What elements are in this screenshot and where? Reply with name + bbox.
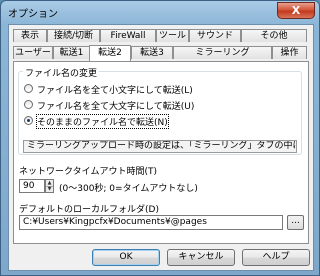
filename-change-group: ファイル名の変更 ファイル名を全て小文字にして転送(L) ファイル名を全て大文字… [18, 66, 302, 155]
transfer2-panel: ファイル名の変更 ファイル名を全て小文字にして転送(L) ファイル名を全て大文字… [13, 61, 309, 244]
lowercase-radio[interactable] [24, 84, 33, 93]
uppercase-radio[interactable] [24, 100, 33, 109]
keep-name-radio[interactable] [24, 116, 33, 125]
tab-connect-disconnect[interactable]: 接続/切断 [47, 29, 100, 42]
close-button[interactable]: X [277, 2, 315, 19]
tab-other[interactable]: その他 [241, 29, 307, 42]
local-folder-input[interactable]: C:¥Users¥Kingpcfx¥Documents¥@pages [19, 215, 283, 230]
timeout-label: ネットワークタイムアウト時間(T) [19, 167, 157, 177]
tab-transfer2[interactable]: 転送2 [89, 45, 131, 61]
uppercase-label: ファイル名を全て大文字にして転送(U) [37, 102, 195, 112]
ok-button[interactable]: OK [92, 249, 160, 266]
tab-tools[interactable]: ツール [156, 29, 189, 42]
keep-name-label: そのままのファイル名で転送(N) [36, 114, 169, 129]
tab-user[interactable]: ユーザー [13, 46, 53, 59]
dialog-body: 表示 接続/切断 FireWall ツール サウンド その他 ユーザー 転送1 … [8, 24, 314, 271]
window-title: オプション [8, 9, 58, 20]
tab-firewall[interactable]: FireWall [100, 29, 156, 42]
tab-display[interactable]: 表示 [13, 29, 47, 42]
group-legend: ファイル名の変更 [23, 66, 100, 79]
tab-sound[interactable]: サウンド [189, 29, 241, 42]
cancel-button[interactable]: キャンセル [167, 249, 235, 266]
timeout-hint: (0〜300秒; 0=タイムアウトなし) [59, 184, 198, 194]
title-bar[interactable]: オプション X [1, 1, 319, 23]
help-button[interactable]: ヘルプ [242, 249, 310, 266]
spin-down-icon[interactable]: ▼ [46, 186, 53, 192]
timeout-spinner[interactable]: ▲ ▼ [45, 179, 54, 193]
local-folder-label: デフォルトのローカルフォルダ(D) [19, 205, 159, 215]
tab-transfer3[interactable]: 転送3 [131, 46, 173, 59]
tab-mirroring[interactable]: ミラーリング [173, 46, 272, 59]
tab-transfer1[interactable]: 転送1 [53, 46, 90, 59]
options-dialog: オプション X 表示 接続/切断 FireWall ツール サウンド その他 ユ… [0, 0, 320, 276]
tab-operation[interactable]: 操作 [272, 46, 307, 59]
mirroring-note: ミラーリングアップロード時の設定は、「ミラーリング」タブの中にあります。 [23, 140, 297, 153]
lowercase-label: ファイル名を全て小文字にして転送(L) [37, 86, 193, 96]
timeout-input[interactable]: 90 [19, 179, 45, 193]
browse-button[interactable]: ... [287, 215, 304, 230]
